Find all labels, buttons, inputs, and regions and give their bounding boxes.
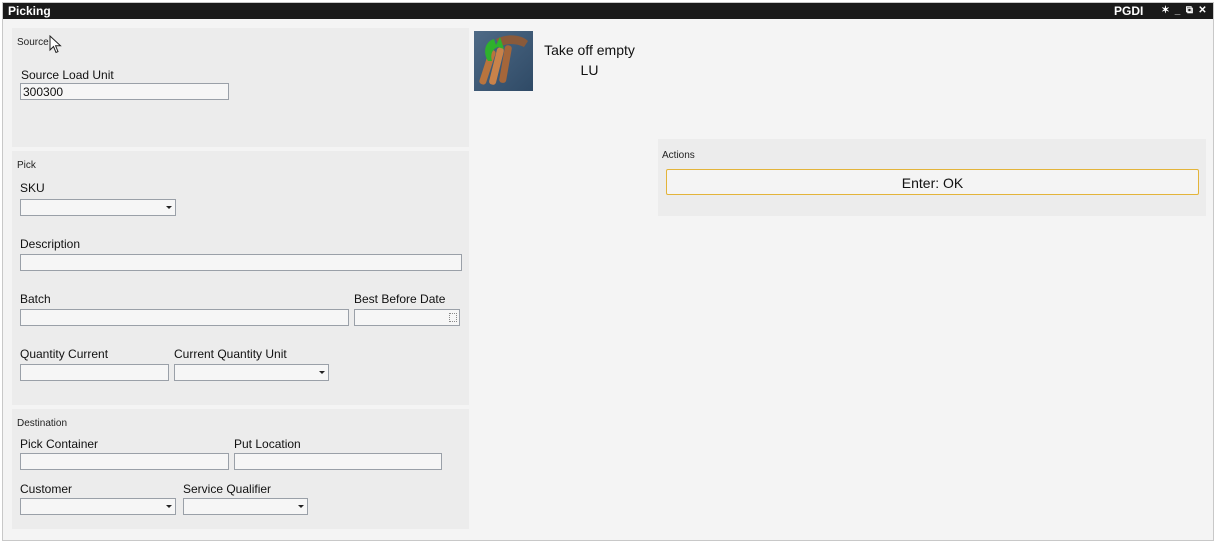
chevron-down-icon — [166, 505, 172, 508]
restore-icon[interactable]: ⧉ — [1184, 3, 1195, 19]
pick-container-label: Pick Container — [20, 437, 99, 451]
station-label: PGDI — [1114, 4, 1144, 18]
service-qualifier-select[interactable] — [183, 498, 308, 515]
instruction-line-2: LU — [580, 62, 599, 78]
source-panel: Source Source Load Unit — [12, 28, 469, 147]
source-load-unit-label: Source Load Unit — [21, 68, 114, 82]
calendar-icon[interactable] — [449, 313, 457, 322]
enter-ok-button[interactable]: Enter: OK — [666, 169, 1199, 195]
batch-label: Batch — [20, 292, 51, 306]
picking-window: Picking PGDI ✶ _ ⧉ ✕ Source Source Load … — [2, 2, 1214, 541]
window-title: Picking — [8, 4, 51, 18]
pick-container-input[interactable] — [20, 453, 229, 470]
source-panel-title: Source — [17, 37, 49, 48]
mouse-cursor-icon — [49, 35, 62, 54]
sku-select[interactable] — [20, 199, 176, 216]
minimize-icon[interactable]: _ — [1172, 3, 1183, 19]
current-quantity-unit-select[interactable] — [174, 364, 329, 381]
pin-icon[interactable]: ✶ — [1160, 3, 1171, 19]
chevron-down-icon — [166, 206, 172, 209]
destination-panel: Destination Pick Container Put Location … — [12, 409, 469, 529]
title-bar: Picking PGDI ✶ _ ⧉ ✕ — [3, 3, 1213, 19]
pick-panel: Pick SKU Description Batch Best Before D… — [12, 151, 469, 405]
chevron-down-icon — [319, 371, 325, 374]
destination-panel-title: Destination — [17, 418, 68, 429]
put-location-label: Put Location — [234, 437, 301, 451]
description-label: Description — [20, 237, 81, 251]
instruction-text: Take off empty LU — [539, 40, 640, 80]
customer-label: Customer — [20, 482, 73, 496]
pick-panel-title: Pick — [17, 160, 36, 171]
source-load-unit-input[interactable] — [20, 83, 229, 100]
best-before-date-input[interactable] — [354, 309, 460, 326]
batch-input[interactable] — [20, 309, 349, 326]
pallet-hand-icon — [479, 35, 528, 85]
current-quantity-unit-label: Current Quantity Unit — [174, 347, 287, 361]
quantity-current-label: Quantity Current — [20, 347, 109, 361]
close-icon[interactable]: ✕ — [1197, 3, 1208, 19]
customer-select[interactable] — [20, 498, 176, 515]
description-input[interactable] — [20, 254, 462, 271]
service-qualifier-label: Service Qualifier — [183, 482, 272, 496]
quantity-current-input[interactable] — [20, 364, 169, 381]
put-location-input[interactable] — [234, 453, 442, 470]
sku-label: SKU — [20, 181, 45, 195]
actions-panel-title: Actions — [662, 150, 695, 161]
load-unit-icon — [474, 31, 533, 91]
best-before-date-label: Best Before Date — [354, 292, 446, 306]
chevron-down-icon — [298, 505, 304, 508]
instruction-line-1: Take off empty — [544, 42, 635, 58]
